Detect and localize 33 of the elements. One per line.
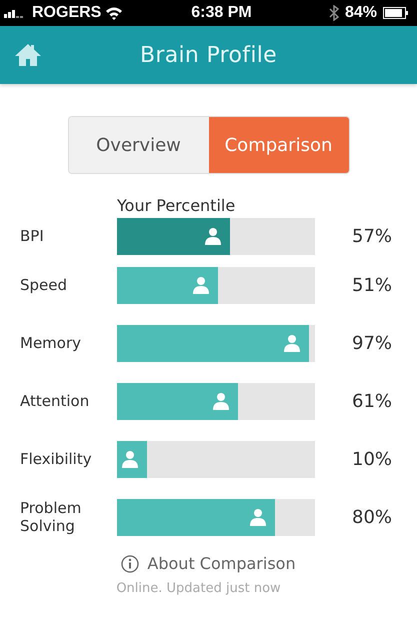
screen-title: Brain Profile <box>139 42 278 68</box>
percent-value: 80% <box>352 506 392 528</box>
battery-icon <box>383 7 409 19</box>
person-icon <box>249 508 268 526</box>
score-label: Memory <box>20 334 82 352</box>
score-label: Attention <box>20 392 90 410</box>
person-icon <box>204 227 222 245</box>
wifi-icon <box>105 6 124 20</box>
clock-time: 6:38 PM <box>190 4 253 22</box>
about-comparison-link[interactable]: About Comparison <box>121 554 296 573</box>
person-icon <box>121 450 139 468</box>
home-icon <box>14 43 42 67</box>
home-button[interactable] <box>14 43 42 67</box>
battery-percent: 84% <box>344 4 377 22</box>
sync-status: Online. Updated just now <box>116 581 281 596</box>
bluetooth-icon <box>328 5 339 21</box>
person-icon <box>192 276 210 294</box>
score-label: Problem Solving <box>20 499 82 535</box>
tab[interactable]: Overview <box>68 117 208 173</box>
percent-value: 10% <box>352 448 392 470</box>
score-label: Flexibility <box>20 450 93 468</box>
tab[interactable]: Comparison <box>208 117 348 173</box>
percent-value: 51% <box>352 274 392 296</box>
person-icon <box>283 334 302 352</box>
score-label: Speed <box>20 276 68 294</box>
percent-value: 97% <box>352 332 392 354</box>
chart-heading: Your Percentile <box>117 196 236 216</box>
percent-value: 61% <box>352 390 392 412</box>
person-icon <box>212 392 230 410</box>
carrier-name: ROGERS <box>32 4 102 22</box>
percent-value: 57% <box>352 226 392 246</box>
score-label: BPI <box>20 227 45 245</box>
info-icon <box>121 554 140 572</box>
